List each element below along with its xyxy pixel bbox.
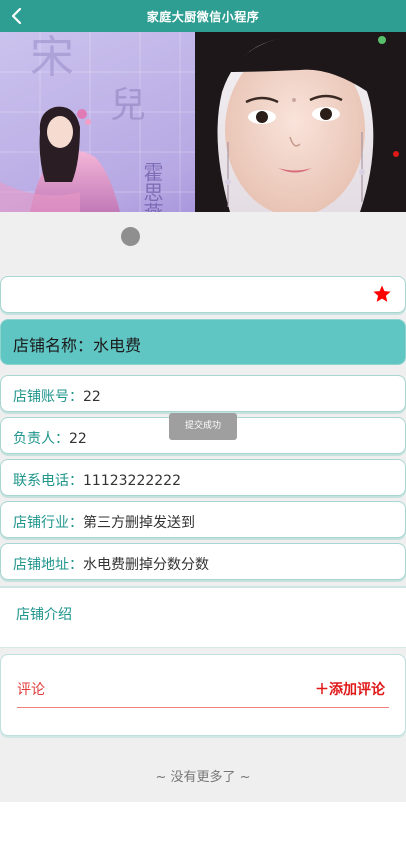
shop-intro-section: 店铺介绍 <box>0 586 406 648</box>
shop-account-value: 22 <box>83 389 101 405</box>
shop-account-row: 店铺账号：22 <box>0 375 406 412</box>
shop-name: 店铺名称：水电费 <box>13 332 141 356</box>
carousel-indicator[interactable] <box>121 227 140 246</box>
shop-name-value: 水电费 <box>93 336 142 355</box>
industry-value: 第三方删掉发送到 <box>83 515 195 531</box>
calligraphy-text: 兒 <box>110 85 146 126</box>
no-more-text: ~ 没有更多了 ~ <box>155 770 251 785</box>
phone-label: 联系电话： <box>13 473 83 489</box>
navbar: 家庭大厨微信小程序 <box>0 0 406 32</box>
comments-section: 评论 ＋添加评论 <box>0 654 406 736</box>
phone-row: 联系电话：11123222222 <box>0 459 406 496</box>
banner-image[interactable]: 宋 兒 霍思燕 <box>0 32 406 212</box>
star-icon[interactable] <box>372 284 392 304</box>
banner-caption: 霍思燕 <box>140 162 164 212</box>
owner-label: 负责人： <box>13 431 69 447</box>
address-row: 店铺地址：水电费删掉分数分数 <box>0 543 406 580</box>
comments-title: 评论 <box>17 682 45 698</box>
favorite-bar <box>0 276 406 313</box>
industry-row: 店铺行业：第三方删掉发送到 <box>0 501 406 538</box>
calligraphy-text: 宋 <box>30 32 74 83</box>
toast-message: 提交成功 <box>169 413 237 440</box>
phone-value[interactable]: 11123222222 <box>83 473 181 489</box>
shop-account-label: 店铺账号： <box>13 389 83 405</box>
address-value: 水电费删掉分数分数 <box>83 557 209 573</box>
shop-name-label: 店铺名称： <box>13 336 94 355</box>
shop-name-bar: 店铺名称：水电费 <box>0 319 406 365</box>
divider <box>17 707 389 708</box>
shop-intro-title: 店铺介绍 <box>16 607 72 623</box>
address-label: 店铺地址： <box>13 557 83 573</box>
industry-label: 店铺行业： <box>13 515 83 531</box>
page-title: 家庭大厨微信小程序 <box>146 10 260 24</box>
add-comment-button[interactable]: ＋添加评论 <box>315 679 385 699</box>
owner-value: 22 <box>69 431 87 447</box>
